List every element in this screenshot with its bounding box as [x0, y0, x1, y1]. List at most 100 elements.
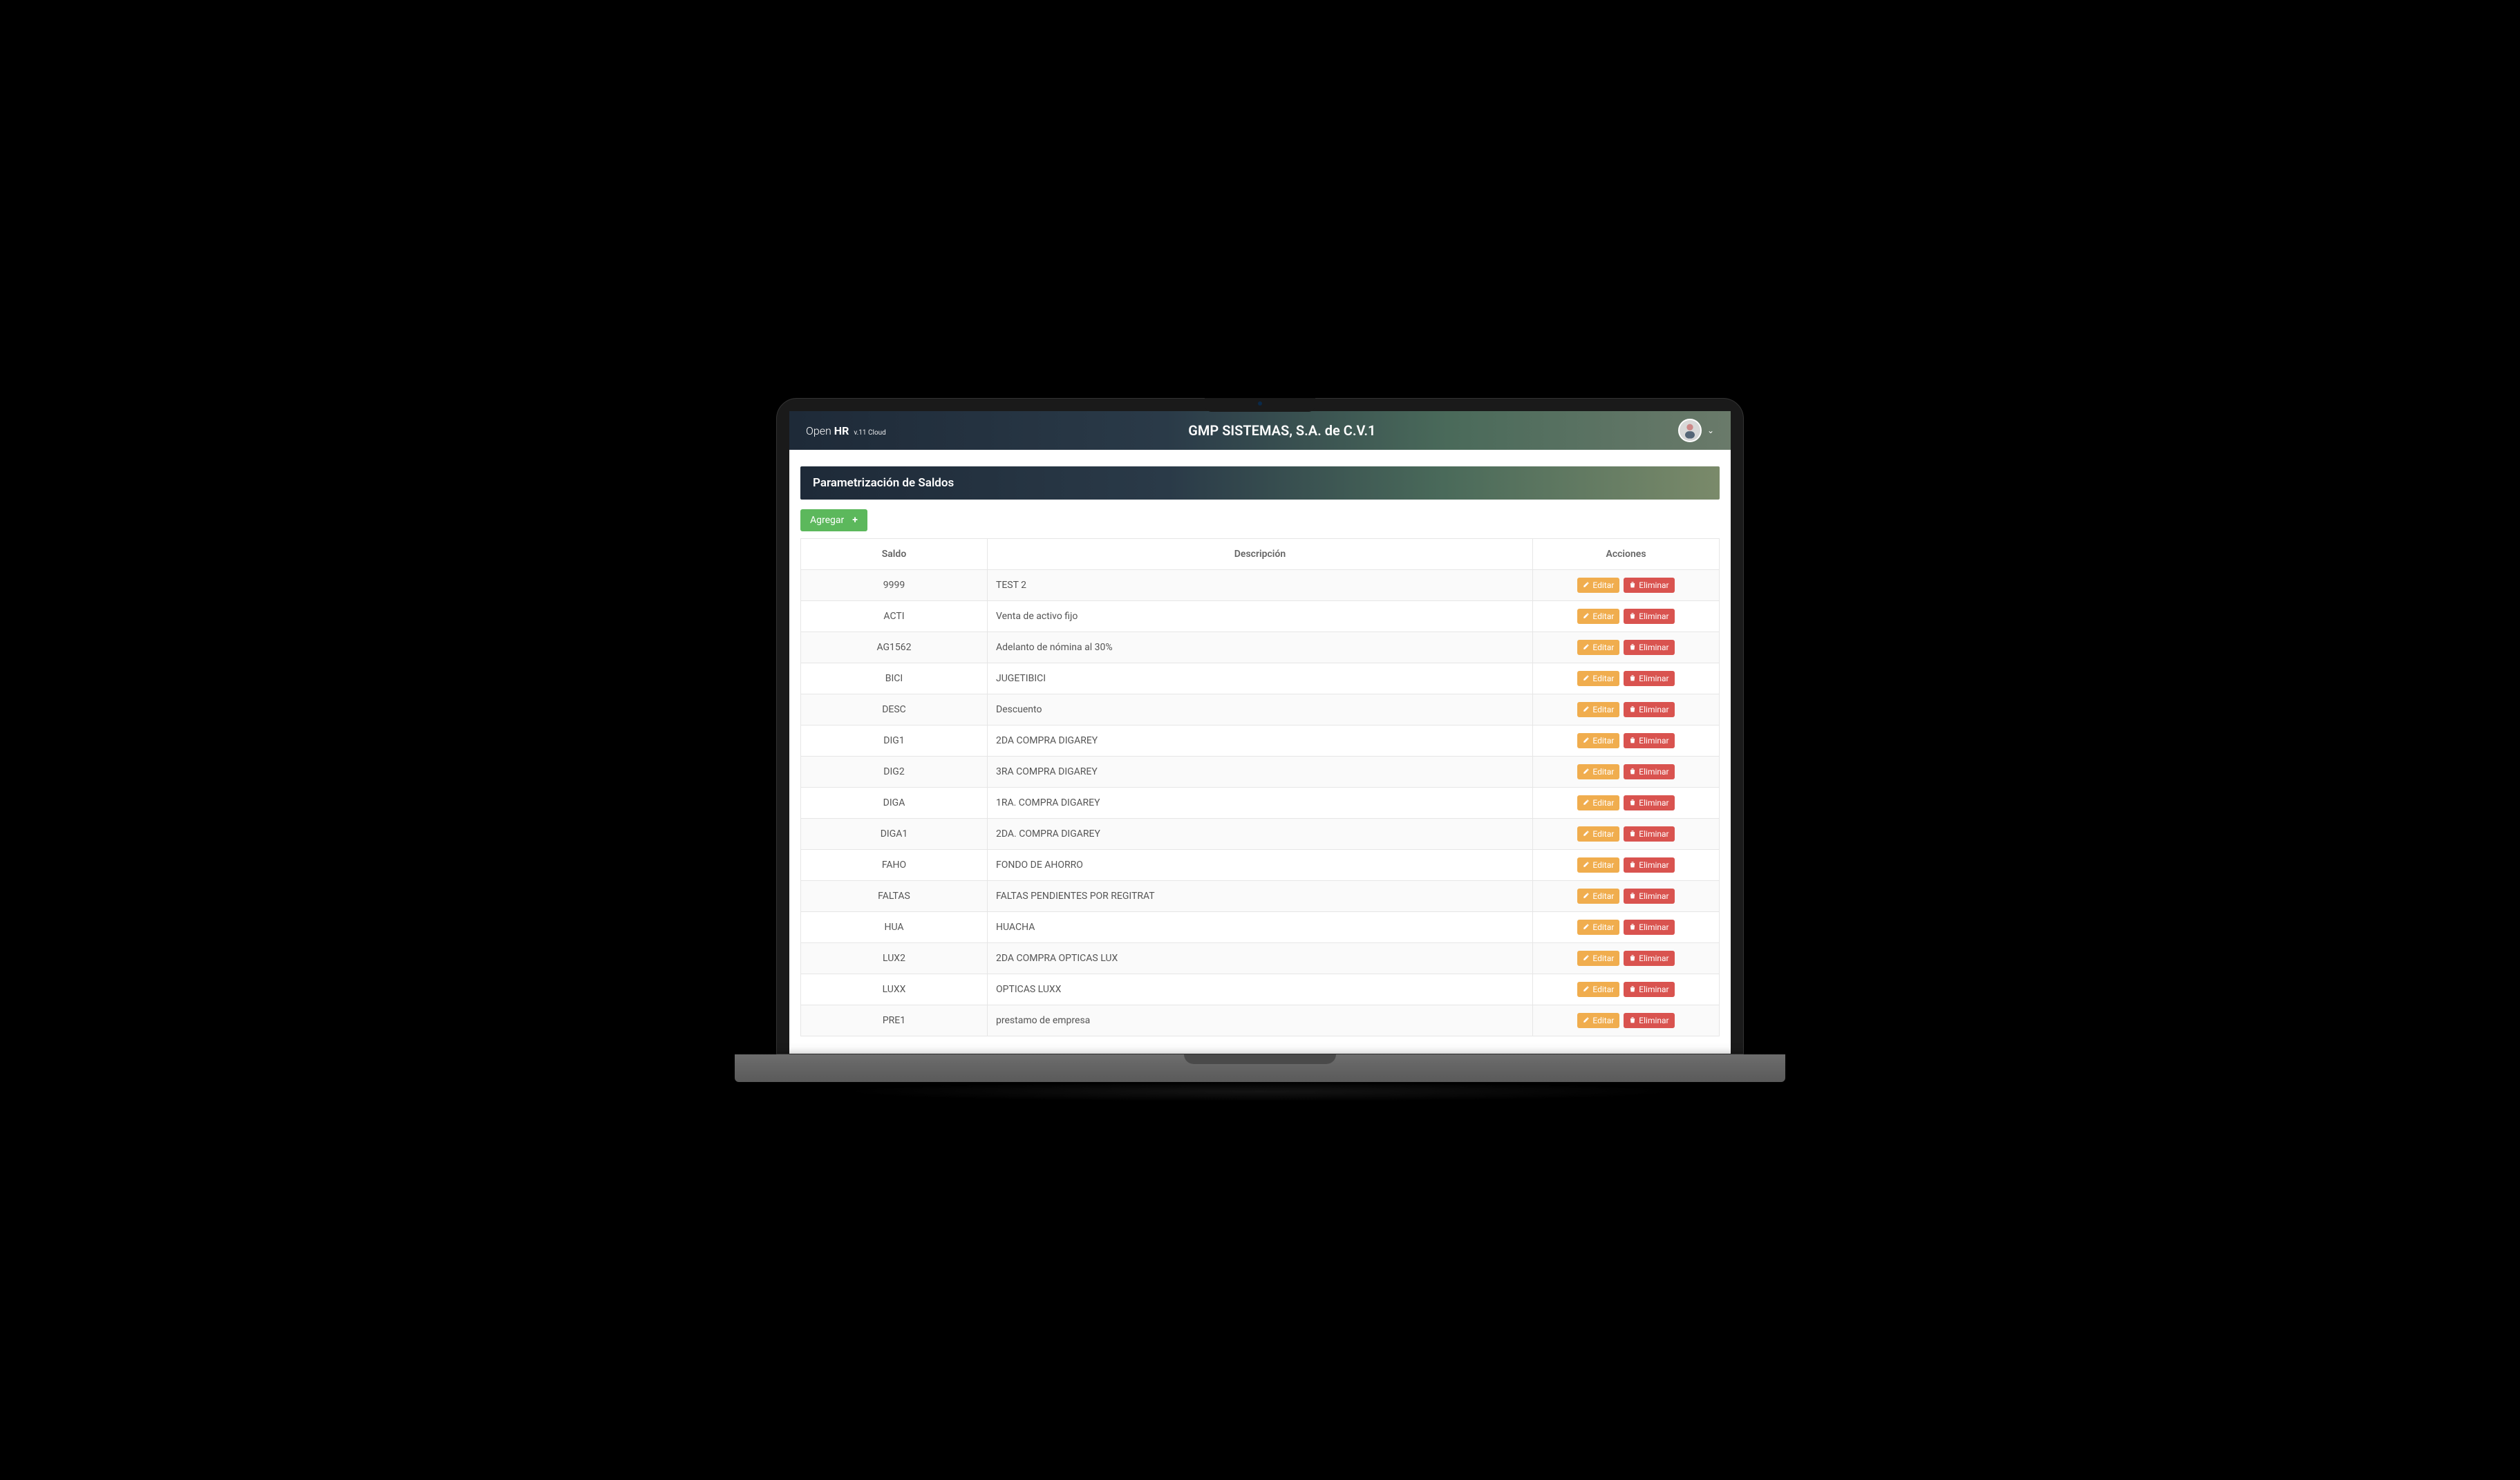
edit-icon: [1583, 643, 1590, 652]
table-row: FALTASFALTAS PENDIENTES POR REGITRATEdit…: [801, 881, 1720, 912]
cell-acciones: Editar Eliminar: [1533, 725, 1720, 757]
delete-button[interactable]: Eliminar: [1624, 702, 1674, 717]
edit-icon: [1583, 798, 1590, 808]
trash-icon: [1629, 767, 1636, 777]
delete-button[interactable]: Eliminar: [1624, 764, 1674, 779]
edit-label: Editar: [1592, 891, 1614, 901]
brand-version: v.11 Cloud: [854, 429, 885, 437]
cell-saldo: HUA: [801, 912, 988, 943]
cell-descripcion: 1RA. COMPRA DIGAREY: [988, 788, 1533, 819]
edit-icon: [1583, 985, 1590, 994]
delete-button[interactable]: Eliminar: [1624, 982, 1674, 997]
table-row: ACTIVenta de activo fijoEditarEliminar: [801, 601, 1720, 632]
trash-icon: [1629, 985, 1636, 994]
edit-button[interactable]: Editar: [1577, 857, 1619, 873]
user-menu[interactable]: ⌄: [1678, 419, 1714, 442]
edit-icon: [1583, 705, 1590, 714]
delete-button[interactable]: Eliminar: [1624, 609, 1674, 624]
cell-acciones: Editar Eliminar: [1533, 1005, 1720, 1036]
cell-acciones: Editar Eliminar: [1533, 694, 1720, 725]
cell-descripcion: JUGETIBICI: [988, 663, 1533, 694]
col-header-saldo: Saldo: [801, 539, 988, 570]
edit-label: Editar: [1592, 611, 1614, 621]
trash-icon: [1629, 580, 1636, 590]
trash-icon: [1629, 611, 1636, 621]
delete-label: Eliminar: [1639, 736, 1668, 746]
edit-icon: [1583, 580, 1590, 590]
trash-icon: [1629, 674, 1636, 683]
edit-icon: [1583, 922, 1590, 932]
edit-label: Editar: [1592, 674, 1614, 683]
delete-button[interactable]: Eliminar: [1624, 826, 1674, 842]
delete-button[interactable]: Eliminar: [1624, 671, 1674, 686]
trash-icon: [1629, 643, 1636, 652]
cell-descripcion: HUACHA: [988, 912, 1533, 943]
cell-descripcion: 2DA COMPRA OPTICAS LUX: [988, 943, 1533, 974]
edit-button[interactable]: Editar: [1577, 951, 1619, 966]
trash-icon: [1629, 1016, 1636, 1025]
delete-button[interactable]: Eliminar: [1624, 920, 1674, 935]
edit-button[interactable]: Editar: [1577, 982, 1619, 997]
edit-button[interactable]: Editar: [1577, 1013, 1619, 1028]
delete-label: Eliminar: [1639, 767, 1668, 777]
delete-button[interactable]: Eliminar: [1624, 795, 1674, 810]
table-row: 9999TEST 2EditarEliminar: [801, 570, 1720, 601]
trash-icon: [1629, 860, 1636, 870]
cell-descripcion: Venta de activo fijo: [988, 601, 1533, 632]
delete-button[interactable]: Eliminar: [1624, 857, 1674, 873]
delete-button[interactable]: Eliminar: [1624, 889, 1674, 904]
page-content: Parametrización de Saldos Agregar + Sald…: [789, 450, 1731, 1053]
trash-icon: [1629, 829, 1636, 839]
cell-descripcion: FALTAS PENDIENTES POR REGITRAT: [988, 881, 1533, 912]
avatar: [1678, 419, 1702, 442]
chevron-down-icon: ⌄: [1707, 426, 1714, 435]
trash-icon: [1629, 922, 1636, 932]
cell-descripcion: FONDO DE AHORRO: [988, 850, 1533, 881]
edit-button[interactable]: Editar: [1577, 733, 1619, 748]
delete-button[interactable]: Eliminar: [1624, 640, 1674, 655]
brand-logo[interactable]: Open HR v.11 Cloud: [806, 424, 886, 437]
laptop-base: [735, 1054, 1785, 1082]
edit-button[interactable]: Editar: [1577, 609, 1619, 624]
cell-acciones: Editar Eliminar: [1533, 757, 1720, 788]
delete-button[interactable]: Eliminar: [1624, 733, 1674, 748]
col-header-acciones: Acciones: [1533, 539, 1720, 570]
cell-saldo: PRE1: [801, 1005, 988, 1036]
edit-button[interactable]: Editar: [1577, 826, 1619, 842]
edit-icon: [1583, 611, 1590, 621]
brand-open: Open: [806, 424, 831, 437]
cell-descripcion: TEST 2: [988, 570, 1533, 601]
edit-icon: [1583, 767, 1590, 777]
add-button-label: Agregar: [810, 515, 844, 526]
edit-button[interactable]: Editar: [1577, 795, 1619, 810]
edit-button[interactable]: Editar: [1577, 889, 1619, 904]
cell-saldo: LUX2: [801, 943, 988, 974]
edit-button[interactable]: Editar: [1577, 702, 1619, 717]
edit-label: Editar: [1592, 1016, 1614, 1025]
delete-label: Eliminar: [1639, 705, 1668, 714]
edit-button[interactable]: Editar: [1577, 764, 1619, 779]
delete-button[interactable]: Eliminar: [1624, 951, 1674, 966]
edit-label: Editar: [1592, 767, 1614, 777]
cell-saldo: LUXX: [801, 974, 988, 1005]
delete-button[interactable]: Eliminar: [1624, 578, 1674, 593]
edit-icon: [1583, 860, 1590, 870]
edit-button[interactable]: Editar: [1577, 578, 1619, 593]
edit-label: Editar: [1592, 954, 1614, 963]
trash-icon: [1629, 705, 1636, 714]
edit-label: Editar: [1592, 643, 1614, 652]
table-row: BICIJUGETIBICIEditarEliminar: [801, 663, 1720, 694]
edit-button[interactable]: Editar: [1577, 671, 1619, 686]
saldos-table: Saldo Descripción Acciones 9999TEST 2Edi…: [800, 538, 1720, 1036]
edit-button[interactable]: Editar: [1577, 920, 1619, 935]
add-button[interactable]: Agregar +: [800, 509, 867, 531]
brand-hr: HR: [834, 424, 849, 437]
table-row: DIG12DA COMPRA DIGAREYEditarEliminar: [801, 725, 1720, 757]
delete-button[interactable]: Eliminar: [1624, 1013, 1674, 1028]
edit-button[interactable]: Editar: [1577, 640, 1619, 655]
cell-acciones: Editar Eliminar: [1533, 881, 1720, 912]
cell-acciones: Editar Eliminar: [1533, 850, 1720, 881]
cell-acciones: Editar Eliminar: [1533, 663, 1720, 694]
cell-descripcion: 3RA COMPRA DIGAREY: [988, 757, 1533, 788]
table-row: DESCDescuentoEditarEliminar: [801, 694, 1720, 725]
